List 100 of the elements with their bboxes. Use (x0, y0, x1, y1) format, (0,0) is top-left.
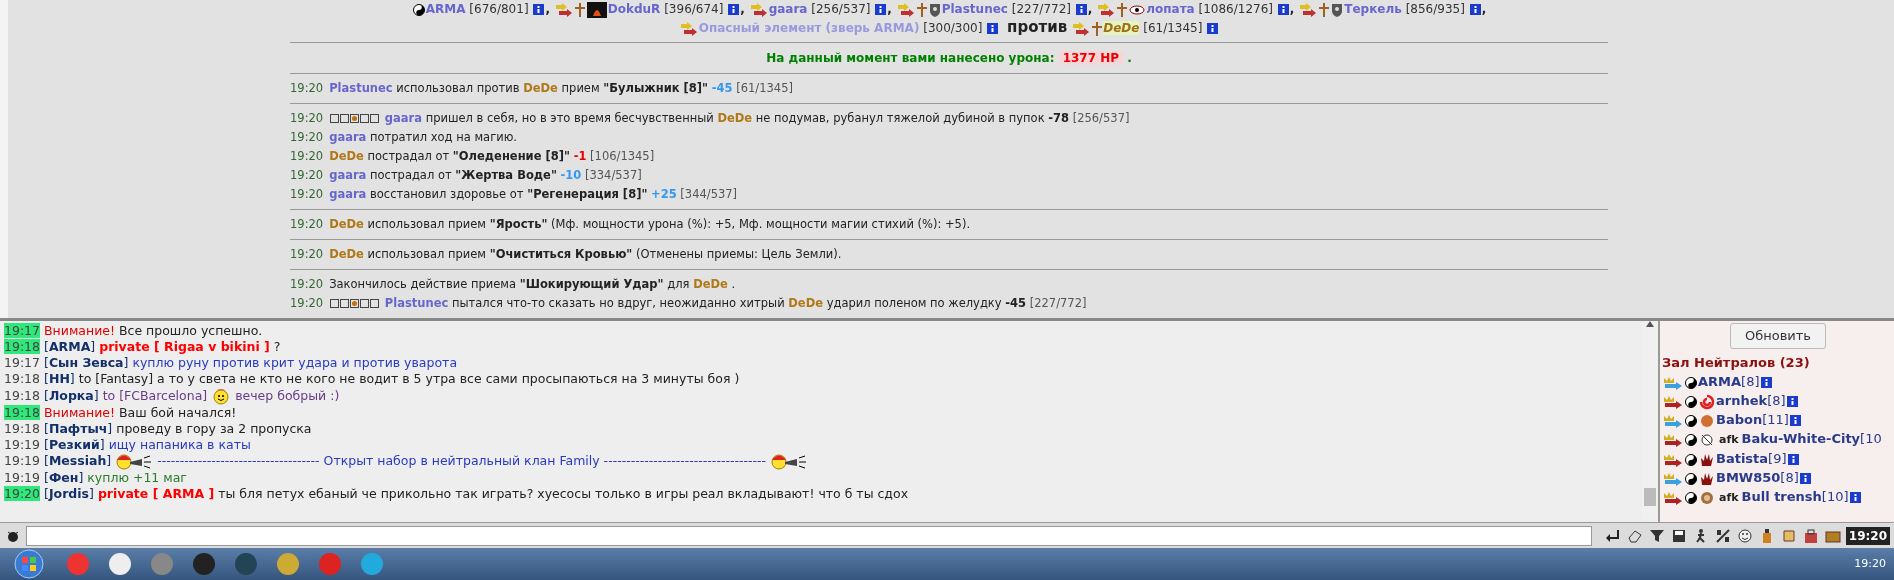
sender-name[interactable]: [Лорка] (44, 387, 99, 403)
log-text: пострадал от (370, 168, 452, 182)
scrollbar-thumb[interactable] (1644, 488, 1656, 506)
app-icon[interactable] (275, 551, 301, 577)
player-name[interactable]: gaara (329, 187, 367, 201)
info-icon[interactable] (1207, 23, 1219, 34)
sender-name[interactable]: [Jordis] (44, 485, 94, 501)
player-name[interactable]: Plastunec (329, 81, 393, 95)
player-name[interactable]: gaara (329, 168, 367, 182)
player-name[interactable]: gaara (384, 111, 422, 125)
user-name[interactable]: ARMA (1698, 374, 1742, 389)
app-icon[interactable] (359, 551, 385, 577)
user-name[interactable]: Baku-White-City (1741, 431, 1861, 446)
info-icon[interactable] (1469, 4, 1481, 15)
damage-value: -10 (560, 168, 582, 182)
fighter-name[interactable]: DeDe (1103, 21, 1140, 35)
sender-name[interactable]: [Резкий] (44, 437, 105, 452)
sender-name[interactable]: [ARMA] (44, 339, 96, 354)
fighter-name[interactable]: Plastunec (941, 2, 1008, 16)
log-time: 19:20 (290, 187, 324, 201)
info-icon[interactable] (1849, 492, 1861, 503)
log-text: прием (561, 81, 600, 95)
fighter-hp: [61/1345] (1143, 21, 1203, 35)
sender-name[interactable]: [Пафтыч] (44, 421, 113, 436)
skill-name: "Регенерация [8]" (527, 187, 648, 201)
filter-icon[interactable] (1648, 527, 1665, 544)
message-time: 19:17 (4, 323, 41, 338)
app-icon[interactable] (191, 551, 217, 577)
log-text: (Мф. мощности урона (%): +5, Мф. мощности магии стихий (%): +5). (551, 217, 971, 231)
scroll-up-icon[interactable] (1646, 321, 1654, 327)
sender-name[interactable]: [Фен] (44, 469, 84, 485)
info-icon[interactable] (1277, 4, 1289, 15)
smiley-icon[interactable] (1736, 527, 1753, 544)
user-name[interactable]: Babon (1716, 412, 1763, 427)
log-text: пытался что-то сказать но вдруг, неожиданно хитрый (451, 296, 785, 310)
user-level: [8] (1741, 374, 1760, 389)
info-icon[interactable] (1787, 454, 1799, 465)
enemy-name[interactable]: DeDe (329, 247, 364, 261)
separator-text: , (887, 2, 892, 16)
info-icon[interactable] (987, 23, 999, 34)
sender-name[interactable]: [Сын Зевса] (44, 355, 129, 370)
fighter-name[interactable]: Теркель (1344, 2, 1402, 16)
enter-icon[interactable] (1604, 527, 1621, 544)
damage-value: -78 (1048, 111, 1070, 125)
log-text: . (731, 277, 736, 291)
sender-name[interactable]: [HH] (44, 371, 75, 386)
enemy-name[interactable]: DeDe (693, 277, 728, 291)
alert-label: Внимание! (44, 323, 115, 338)
player-name[interactable]: Plastunec (384, 296, 449, 310)
user-name[interactable]: Bull trensh (1741, 489, 1822, 504)
info-icon[interactable] (728, 4, 740, 15)
private-recipient[interactable]: private [ Rigaa v bikini ] (99, 339, 270, 354)
fighter-name[interactable]: Опасный элемент (зверь ARMA) (698, 21, 920, 35)
user-name[interactable]: arnhek (1716, 393, 1768, 408)
message-text: ------------------------------------ Открыт набор в нейтральный клан Family ------------------------------------ (157, 453, 766, 468)
afk-label: afk (1719, 491, 1739, 504)
private-recipient[interactable]: private [ ARMA ] (97, 485, 215, 501)
enemy-name[interactable]: DeDe (788, 296, 823, 310)
message-time: 19:19 (4, 453, 41, 468)
message-time: 19:18 (4, 371, 41, 386)
player-name[interactable]: gaara (329, 130, 367, 144)
skill-name: "Оледенение [8]" (452, 149, 570, 163)
info-icon[interactable] (1786, 396, 1798, 407)
sender-name[interactable]: [Messiah] (44, 453, 112, 468)
message-time: 19:18 (4, 339, 41, 354)
info-icon[interactable] (1789, 415, 1801, 426)
log-text: использовал прием (367, 247, 487, 261)
user-name[interactable]: Batista (1716, 451, 1769, 466)
enemy-name[interactable]: DeDe (329, 217, 364, 231)
fighter-name[interactable]: DokduR (607, 2, 661, 16)
info-icon[interactable] (1760, 377, 1772, 388)
enemy-name[interactable]: DeDe (717, 111, 753, 125)
log-time: 19:20 (290, 111, 324, 125)
info-icon[interactable] (1799, 473, 1811, 484)
enemy-name[interactable]: DeDe (523, 81, 558, 95)
message-text: ты бля петух ебаный че прикольно так играть? хуесосы только в игры реал вкладывают! что б ты сдох (218, 485, 909, 501)
fighter-name[interactable]: gaara (768, 2, 808, 16)
fighter-hp: [676/801] (469, 2, 529, 16)
save-icon[interactable] (1670, 527, 1687, 544)
app-icon[interactable] (107, 551, 133, 577)
hp-value: [256/537] (1072, 111, 1130, 125)
fighter-name[interactable]: лопата (1146, 2, 1195, 16)
separator-text: , (1087, 2, 1093, 16)
message-time: 19:18 (4, 421, 41, 436)
enemy-name[interactable]: DeDe (329, 149, 364, 163)
log-time: 19:20 (290, 81, 324, 95)
info-icon[interactable] (533, 4, 545, 15)
info-icon[interactable] (875, 4, 887, 15)
log-text: ударил поленом по желудку (826, 296, 1002, 310)
refresh-button[interactable]: Обновить (1729, 323, 1827, 349)
fighter-hp: [396/674] (664, 2, 724, 16)
bag-icon[interactable] (1802, 527, 1819, 544)
user-level: [9] (1768, 451, 1787, 466)
fighter-name[interactable]: ARMA (425, 2, 466, 16)
message-text: ищу напаника в каты (108, 437, 251, 452)
info-icon[interactable] (1075, 4, 1087, 15)
message-time: 19:18 (4, 387, 41, 403)
user-name[interactable]: BMW850 (1716, 470, 1781, 485)
log-time: 19:20 (290, 149, 324, 163)
chat-input[interactable] (26, 525, 1592, 546)
